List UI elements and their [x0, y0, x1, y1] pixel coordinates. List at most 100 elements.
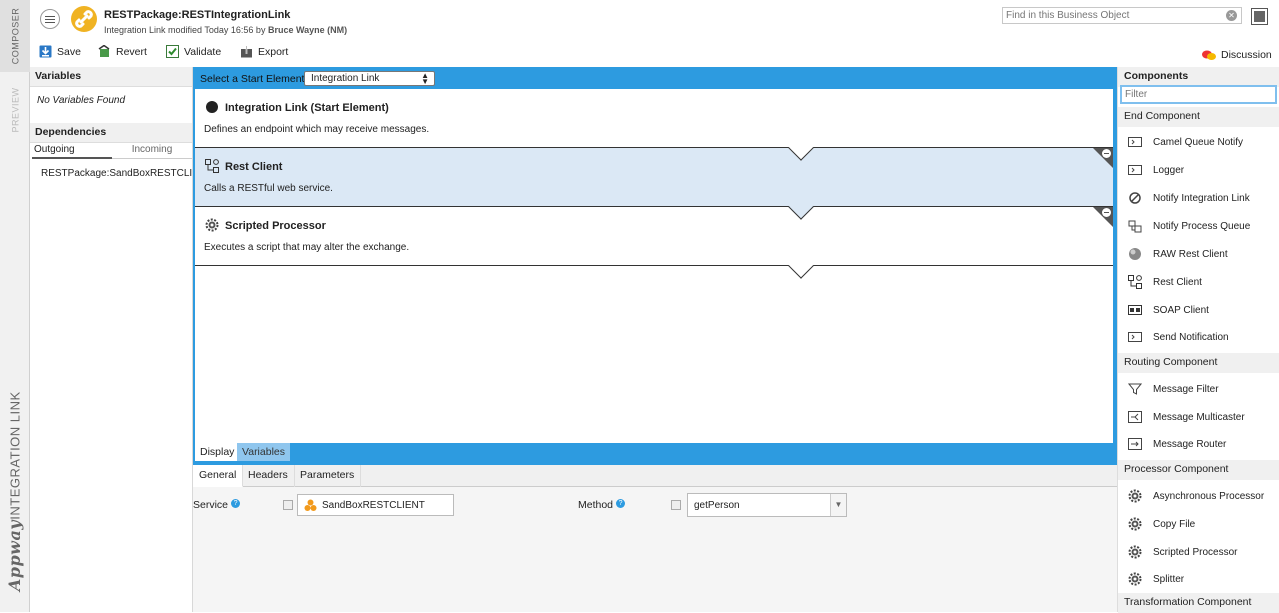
dependency-tabs: Outgoing Incoming — [30, 143, 192, 159]
dependency-item[interactable]: RESTPackage:SandBoxRESTCLIENT — [37, 167, 192, 180]
notify-queue-icon — [1128, 219, 1142, 233]
minus-icon — [1102, 149, 1111, 158]
flow-element-integration-link[interactable]: Integration Link (Start Element) Defines… — [195, 89, 1113, 161]
flow-element-rest-client[interactable]: Rest Client Calls a RESTful web service. — [195, 148, 1113, 220]
filter-input[interactable] — [1120, 85, 1277, 104]
expression-toggle-icon[interactable] — [283, 500, 293, 510]
remove-element-button[interactable] — [1093, 207, 1113, 227]
dependency-label: RESTPackage:SandBoxRESTCLIENT — [41, 168, 192, 179]
help-icon[interactable]: ? — [616, 499, 626, 508]
components-panel: Components End Component Camel Queue Not… — [1117, 67, 1279, 613]
component-label: Logger — [1153, 164, 1185, 176]
flow-element-scripted-processor[interactable]: Scripted Processor Executes a script tha… — [195, 207, 1113, 279]
remove-element-button[interactable] — [1093, 148, 1113, 168]
hamburger-icon — [45, 15, 55, 23]
revert-label: Revert — [116, 45, 147, 58]
start-circle-icon — [206, 101, 218, 113]
component-splitter[interactable]: Splitter — [1118, 566, 1279, 592]
start-element-select[interactable]: Integration Link ▲ ▼ — [304, 71, 435, 86]
maximize-button[interactable] — [1251, 8, 1268, 25]
connector-arrow — [788, 253, 814, 279]
service-value: SandBoxRESTCLIENT — [322, 499, 425, 511]
soap-client-icon — [1128, 303, 1142, 317]
object-type-label: INTEGRATION LINK — [7, 390, 23, 520]
component-notify-integration-link[interactable]: Notify Integration Link — [1118, 185, 1279, 211]
queue-notify-icon — [1128, 135, 1142, 149]
tab-variables[interactable]: Variables — [237, 443, 290, 461]
method-field-label: Method? — [578, 499, 626, 511]
tab-incoming[interactable]: Incoming — [112, 143, 192, 159]
export-button[interactable]: Export — [240, 45, 288, 58]
component-message-multicaster[interactable]: Message Multicaster — [1118, 404, 1279, 430]
tab-general[interactable]: General — [193, 465, 244, 487]
clear-search-icon[interactable]: ✕ — [1226, 10, 1237, 21]
tab-preview[interactable]: PREVIEW — [0, 80, 30, 140]
revert-icon — [98, 45, 110, 57]
multicaster-icon — [1128, 410, 1142, 424]
menu-button[interactable] — [40, 9, 60, 29]
integration-link-logo-icon — [70, 5, 98, 33]
chevron-down-icon[interactable]: ▼ — [830, 494, 846, 516]
component-soap-client[interactable]: SOAP Client — [1118, 297, 1279, 323]
filter-funnel-icon — [1128, 382, 1142, 396]
gear-icon — [1128, 545, 1142, 559]
gear-icon — [1128, 572, 1142, 586]
export-label: Export — [258, 45, 289, 58]
properties-tabs: General Headers Parameters — [193, 465, 1117, 487]
select-arrows-icon: ▲ ▼ — [421, 71, 429, 86]
component-camel-queue-notify[interactable]: Camel Queue Notify — [1118, 129, 1279, 155]
start-element-bar: Select a Start Element: Integration Link… — [193, 67, 1117, 89]
validate-label: Validate — [184, 45, 222, 58]
save-button[interactable]: Save — [39, 45, 81, 58]
component-message-router[interactable]: Message Router — [1118, 431, 1279, 457]
component-rest-client[interactable]: Rest Client — [1118, 269, 1279, 295]
service-field[interactable]: SandBoxRESTCLIENT — [297, 494, 454, 516]
rest-client-icon — [1128, 275, 1142, 289]
group-processor-component: Processor Component — [1118, 460, 1279, 480]
component-asynchronous-processor[interactable]: Asynchronous Processor — [1118, 483, 1279, 509]
method-label: Method — [578, 499, 614, 511]
element-name: Integration Link (Start Element) — [225, 102, 389, 114]
modified-info: Integration Link modified Today 16:56 by… — [104, 25, 347, 35]
left-panel: Variables No Variables Found Dependencie… — [30, 67, 193, 612]
tab-headers[interactable]: Headers — [242, 465, 295, 487]
element-description: Defines an endpoint which may receive me… — [204, 124, 430, 135]
component-label: Copy File — [1153, 518, 1196, 530]
component-label: SOAP Client — [1153, 304, 1209, 316]
validate-button[interactable]: Validate — [166, 45, 221, 58]
tab-composer[interactable]: COMPOSER — [0, 0, 30, 72]
page-title: RESTPackage:RESTIntegrationLink — [104, 9, 291, 21]
vertical-tab-bar: COMPOSER PREVIEW INTEGRATION LINK Appway — [0, 0, 30, 612]
properties-panel: General Headers Parameters Service? Sand… — [193, 465, 1117, 612]
component-raw-rest-client[interactable]: RAW Rest Client — [1118, 241, 1279, 267]
expression-toggle-icon[interactable] — [671, 500, 681, 510]
component-message-filter[interactable]: Message Filter — [1118, 376, 1279, 402]
component-scripted-processor[interactable]: Scripted Processor — [1118, 539, 1279, 565]
tab-composer-label: COMPOSER — [10, 7, 21, 65]
logger-icon — [1128, 163, 1142, 177]
component-logger[interactable]: Logger — [1118, 157, 1279, 183]
method-select[interactable]: getPerson ▼ — [687, 493, 847, 517]
component-notify-process-queue[interactable]: Notify Process Queue — [1118, 213, 1279, 239]
method-value: getPerson — [694, 499, 740, 511]
globe-icon — [1128, 247, 1142, 261]
start-element-value: Integration Link — [311, 73, 380, 84]
tab-outgoing[interactable]: Outgoing — [32, 143, 112, 159]
revert-button[interactable]: Revert — [98, 45, 147, 58]
component-label: Scripted Processor — [1153, 546, 1238, 558]
validate-icon — [166, 45, 179, 58]
tab-display[interactable]: Display — [195, 443, 240, 461]
element-name: Scripted Processor — [225, 220, 326, 232]
modified-user: Bruce Wayne (NM) — [267, 25, 348, 35]
component-label: Message Multicaster — [1153, 411, 1245, 423]
discussion-button[interactable]: Discussion — [1202, 49, 1272, 61]
search-input[interactable] — [1003, 8, 1218, 23]
tab-preview-label: PREVIEW — [10, 87, 21, 133]
tab-parameters[interactable]: Parameters — [294, 465, 362, 487]
component-label: Asynchronous Processor — [1153, 490, 1265, 502]
component-send-notification[interactable]: Send Notification — [1118, 324, 1279, 350]
help-icon[interactable]: ? — [231, 499, 241, 508]
component-label: Message Router — [1153, 438, 1227, 450]
element-name: Rest Client — [225, 161, 283, 173]
component-copy-file[interactable]: Copy File — [1118, 511, 1279, 537]
